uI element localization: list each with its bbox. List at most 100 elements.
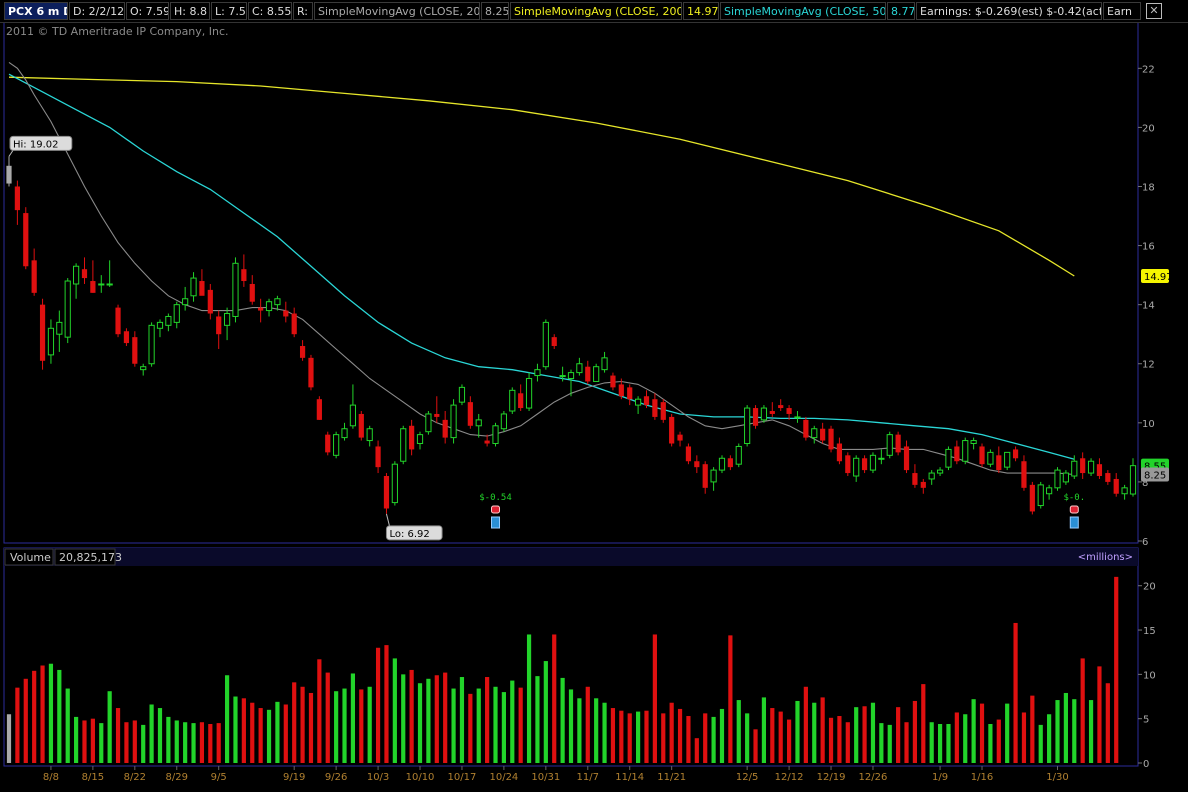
volume-bar: [426, 678, 431, 763]
candle-body: [576, 363, 583, 374]
volume-bar: [40, 665, 45, 763]
candle-body: [702, 464, 708, 488]
volume-bar: [216, 723, 221, 763]
candle-body: [434, 413, 440, 417]
volume-bar: [879, 723, 884, 763]
earnings-phone-icon: [491, 505, 501, 514]
close-icon[interactable]: ✕: [1146, 3, 1162, 19]
volume-bar: [132, 720, 137, 763]
candle-body: [627, 387, 633, 400]
volume-bar: [904, 722, 909, 763]
volume-bar: [568, 689, 574, 763]
candle-body: [534, 369, 541, 377]
earnings-phone-icon: [1069, 505, 1079, 514]
price-tick-label-6: 6: [1142, 537, 1148, 548]
volume-bar: [929, 722, 934, 763]
candle-body: [400, 428, 407, 462]
volume-bar: [308, 692, 314, 763]
date-tick-label: 8/29: [166, 772, 188, 783]
candle-body: [1080, 458, 1086, 474]
volume-bar: [988, 724, 993, 763]
date-tick-label: 10/3: [367, 772, 389, 783]
volume-bar: [115, 708, 121, 763]
volume-bar: [283, 704, 288, 763]
candle-body: [643, 396, 650, 406]
annotation-text: Hi: 19.02: [13, 139, 58, 150]
candle-body: [912, 473, 918, 485]
candle-body: [694, 461, 700, 468]
chart-header: PCX 6 m D D: 2/2/12 O: 7.59 H: 8.8 L: 7.…: [0, 0, 1188, 23]
candle-body: [333, 434, 340, 456]
volume-bar: [778, 711, 783, 763]
candle-body: [291, 313, 297, 335]
volume-bar: [887, 724, 892, 763]
volume-bar: [1105, 683, 1110, 763]
sma200-label[interactable]: SimpleMovingAvg (CLOSE, 200, 0): [510, 2, 682, 20]
volume-bar: [208, 724, 213, 763]
sma20-label[interactable]: SimpleMovingAvg (CLOSE, 20, 0): [314, 2, 480, 20]
candle-body: [223, 313, 231, 326]
volume-tick-label-10: 10: [1143, 670, 1156, 681]
price-panel[interactable]: 2011 © TD Ameritrade IP Company, Inc. 6 8…: [3, 21, 1173, 548]
volume-axis: 0 5 10 15 20: [1138, 582, 1156, 770]
candle-body: [593, 366, 600, 382]
header-open: O: 7.59: [126, 2, 169, 20]
candle-body: [970, 440, 977, 445]
candle-body: [375, 446, 381, 468]
volume-bar: [661, 713, 666, 763]
candle-body: [299, 346, 306, 358]
volume-bar: [585, 686, 590, 763]
volume-bar: [409, 669, 414, 763]
candle-body: [836, 443, 843, 462]
volume-bar: [1030, 695, 1035, 763]
date-tick-label: 1/30: [1046, 772, 1068, 783]
volume-bar: [23, 678, 28, 763]
candle-body: [803, 419, 809, 438]
volume-bar: [954, 712, 959, 763]
sma200-value: 14.97: [683, 2, 719, 20]
volume-bar: [174, 720, 179, 763]
candle-body: [652, 399, 658, 417]
candle-body: [585, 366, 591, 382]
date-tick-label: 9/19: [283, 772, 305, 783]
candle-body: [618, 384, 624, 397]
volume-bar: [862, 706, 867, 763]
candle-body: [358, 413, 364, 438]
header-close: C: 8.55: [248, 2, 292, 20]
volume-panel[interactable]: Volume 20,825,173 <millions> 0 5 10 15 20: [3, 547, 1156, 770]
candle-body: [669, 416, 675, 444]
candle-body: [450, 404, 457, 439]
symbol-selector[interactable]: PCX 6 m D: [4, 2, 68, 20]
candle-body: [64, 280, 71, 338]
header-range: R: 1.3: [293, 2, 313, 20]
candle-body: [148, 324, 155, 365]
candle-body: [492, 425, 499, 445]
date-tick-label: 10/24: [489, 772, 518, 783]
volume-label: Volume: [10, 551, 51, 564]
volume-bar: [971, 699, 976, 763]
volume-bar: [1005, 703, 1010, 763]
candle-body: [1113, 478, 1119, 494]
candle-body: [316, 399, 322, 420]
volume-bar: [476, 688, 481, 763]
volume-bar: [342, 688, 347, 763]
candle-body: [987, 451, 994, 465]
volume-bar: [493, 686, 498, 763]
candle-body: [996, 455, 1002, 471]
candle-body: [903, 446, 910, 471]
candle-body: [1087, 460, 1095, 474]
volume-bar: [124, 722, 129, 763]
volume-bar: [359, 689, 364, 763]
candle-body: [173, 304, 180, 323]
header-low: L: 7.5: [211, 2, 247, 20]
earnings-info: Earnings: $-0.269(est) $-0.42(actual): [916, 2, 1102, 20]
volume-bar: [166, 716, 171, 763]
sma50-label[interactable]: SimpleMovingAvg (CLOSE, 50, 0): [720, 2, 886, 20]
volume-header-bg: [4, 548, 1138, 566]
price-tick-label-12: 12: [1142, 360, 1155, 371]
candle-body: [525, 378, 533, 409]
volume-bar: [619, 710, 624, 763]
volume-bar: [501, 692, 506, 763]
candle-body: [241, 269, 247, 282]
sma20-value: 8.25: [481, 2, 509, 20]
